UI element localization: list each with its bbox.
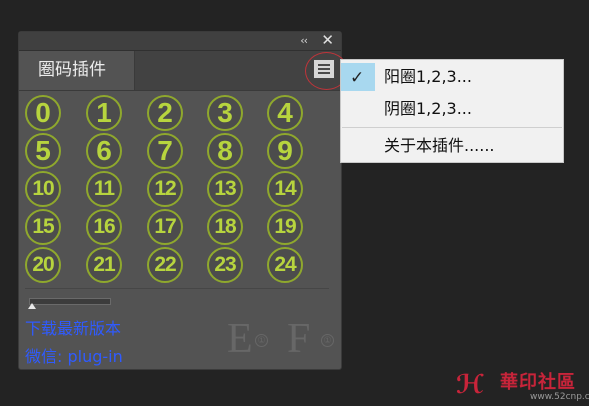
menu-item-about[interactable]: 关于本插件...... — [341, 131, 563, 161]
download-latest-link[interactable]: 下载最新版本 — [25, 315, 121, 339]
circle-number-button[interactable]: 18 — [207, 209, 243, 245]
logo-mark-icon: ℋ — [456, 370, 484, 400]
menu-item-yin-circle[interactable]: 阴圈1,2,3... — [341, 94, 563, 124]
circle-number-button[interactable]: 2 — [147, 95, 183, 131]
menu-divider — [342, 127, 562, 128]
watermark-letter: E — [227, 316, 253, 362]
circle-number-button[interactable]: 16 — [86, 209, 122, 245]
circle-number-button[interactable]: 19 — [267, 209, 303, 245]
slider-thumb[interactable] — [28, 303, 36, 309]
wechat-link[interactable]: 微信: plug-in — [25, 343, 123, 367]
size-slider[interactable] — [28, 298, 111, 309]
circle-number-button[interactable]: 24 — [267, 247, 303, 283]
circle-number-button[interactable]: 21 — [86, 247, 122, 283]
watermark-letter: F — [287, 316, 311, 362]
circle-number-button[interactable]: 11 — [86, 171, 122, 207]
circle-number-button[interactable]: 5 — [25, 133, 61, 169]
circle-number-button[interactable]: 17 — [147, 209, 183, 245]
menu-item-label: 阴圈1,2,3... — [384, 99, 472, 118]
site-watermark-logo: ℋ 華印社區 www.52cnp.com — [456, 368, 589, 406]
circle-number-button[interactable]: 3 — [207, 95, 243, 131]
circle-number-button[interactable]: 15 — [25, 209, 61, 245]
circle-number-button[interactable]: 23 — [207, 247, 243, 283]
plugin-panel: ‹‹ ✕ 圈码插件 0 1 2 3 4 5 6 7 8 9 10 11 12 1… — [18, 31, 348, 370]
circle-number-button[interactable]: 4 — [267, 95, 303, 131]
circle-number-button[interactable]: 7 — [147, 133, 183, 169]
menu-item-yang-circle[interactable]: ✓ 阳圈1,2,3... — [341, 62, 563, 92]
circle-number-button[interactable]: 1 — [86, 95, 122, 131]
tab-circle-number-plugin[interactable]: 圈码插件 — [19, 51, 135, 90]
circle-number-button[interactable]: 20 — [25, 247, 61, 283]
site-url: www.52cnp.com — [530, 392, 589, 402]
divider — [25, 288, 329, 289]
watermark-circle-mark: ① — [321, 334, 334, 347]
circle-number-button[interactable]: 22 — [147, 247, 183, 283]
panel-flyout-menu: ✓ 阳圈1,2,3... 阴圈1,2,3... 关于本插件...... — [340, 59, 564, 163]
circle-number-button[interactable]: 12 — [147, 171, 183, 207]
close-icon[interactable]: ✕ — [321, 32, 334, 49]
circle-number-button[interactable]: 10 — [25, 171, 61, 207]
menu-item-label: 关于本插件...... — [384, 136, 495, 155]
menu-item-label: 阳圈1,2,3... — [384, 67, 472, 86]
circle-number-button[interactable]: 0 — [25, 95, 61, 131]
collapse-icon[interactable]: ‹‹ — [300, 33, 308, 49]
circle-number-button[interactable]: 8 — [207, 133, 243, 169]
checked-indicator: ✓ — [341, 63, 375, 91]
circle-number-button[interactable]: 14 — [267, 171, 303, 207]
checkmark-icon: ✓ — [350, 68, 365, 88]
circle-number-button[interactable]: 13 — [207, 171, 243, 207]
watermark-circle-mark: ① — [255, 334, 268, 347]
circle-number-button[interactable]: 6 — [86, 133, 122, 169]
tab-strip: 圈码插件 — [19, 51, 348, 91]
site-name: 華印社區 — [500, 372, 576, 393]
panel-titlebar: ‹‹ ✕ — [19, 32, 341, 51]
circle-number-button[interactable]: 9 — [267, 133, 303, 169]
panel-menu-button[interactable] — [313, 59, 335, 79]
